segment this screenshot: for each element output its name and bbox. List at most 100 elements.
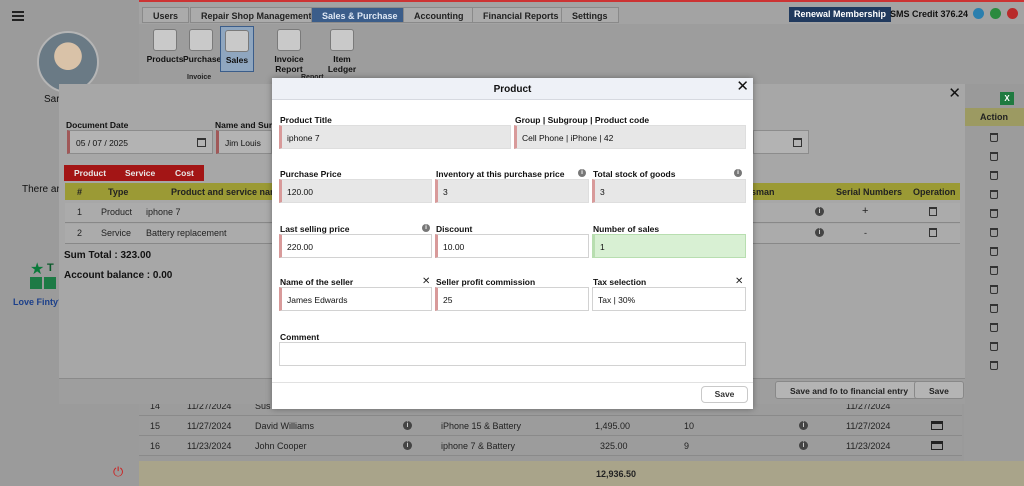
delete-icon[interactable]	[990, 304, 998, 313]
inventory-field[interactable]: 3	[435, 179, 589, 203]
tab-financial-reports[interactable]: Financial Reports	[472, 7, 570, 23]
col-num: #	[77, 187, 83, 197]
total-stock-label: Total stock of goods	[593, 169, 676, 179]
number-of-sales-field[interactable]: 1	[592, 234, 746, 258]
number-of-sales-label: Number of sales	[593, 224, 660, 234]
table-row[interactable]: 16 11/23/2024 John Cooper i iphone 7 & B…	[139, 436, 962, 456]
total-stock-field[interactable]: 3	[592, 179, 746, 203]
delete-icon[interactable]	[990, 171, 998, 180]
action-column-header: Action	[964, 108, 1024, 126]
tab-product[interactable]: Product	[64, 165, 117, 181]
delete-icon[interactable]	[990, 209, 998, 218]
invoice-report-icon	[277, 29, 301, 51]
delete-icon[interactable]	[929, 207, 937, 216]
row-amount: 1,495.00	[595, 421, 631, 431]
renewal-membership-button[interactable]: Renewal Membership	[789, 7, 892, 22]
tab-accounting[interactable]: Accounting	[403, 7, 475, 23]
products-button[interactable]: Products	[145, 26, 185, 64]
commission-label: Seller profit commission	[436, 277, 536, 287]
discount-field[interactable]: 10.00	[435, 234, 589, 258]
purchase-price-label: Purchase Price	[280, 169, 342, 179]
date-field-right[interactable]	[753, 130, 809, 154]
close-icon[interactable]: ✕	[948, 84, 961, 102]
purchase-button[interactable]: Purchase	[183, 26, 221, 64]
power-icon[interactable]	[1007, 8, 1018, 19]
delete-icon[interactable]	[990, 342, 998, 351]
table-row[interactable]: 15 11/27/2024 David Williams i iPhone 15…	[139, 416, 962, 436]
telegram-icon[interactable]	[973, 8, 984, 19]
info-icon[interactable]: i	[815, 228, 824, 237]
calendar-icon[interactable]	[197, 138, 206, 147]
save-button[interactable]: Save	[701, 386, 748, 403]
info-icon[interactable]: i	[403, 441, 412, 450]
info-icon[interactable]: i	[799, 441, 808, 450]
tab-settings[interactable]: Settings	[561, 7, 619, 23]
tab-cost[interactable]: Cost	[165, 165, 204, 181]
invoice-report-button[interactable]: Invoice Report	[261, 26, 317, 74]
grand-total: 12,936.50	[596, 469, 637, 479]
info-icon[interactable]: i	[403, 421, 412, 430]
delete-icon[interactable]	[990, 133, 998, 142]
tab-users[interactable]: Users	[142, 7, 190, 23]
info-icon[interactable]: i	[578, 169, 586, 177]
info-icon[interactable]: i	[734, 169, 742, 177]
comment-field[interactable]	[279, 342, 746, 366]
add-serial-icon[interactable]: +	[862, 205, 868, 217]
commission-field[interactable]: 25	[435, 287, 589, 311]
delete-icon[interactable]	[990, 247, 998, 256]
row-name: Battery replacement	[146, 228, 227, 238]
sidebar-notice: There ar	[22, 184, 60, 195]
calendar-icon[interactable]	[793, 138, 802, 147]
power-icon[interactable]: ⏻	[113, 464, 123, 480]
tab-sales-purchase[interactable]: Sales & Purchase	[311, 7, 409, 23]
customer-name-field[interactable]: Jim Louis	[216, 130, 272, 154]
seller-name-field[interactable]: James Edwards	[279, 287, 432, 311]
delete-icon[interactable]	[990, 152, 998, 161]
delete-icon[interactable]	[990, 228, 998, 237]
group-label: Group | Subgroup | Product code	[515, 115, 650, 125]
products-icon	[153, 29, 177, 51]
delete-icon[interactable]	[990, 361, 998, 370]
item-ledger-button[interactable]: Item Ledger	[319, 26, 365, 74]
excel-export-icon[interactable]: X	[1000, 92, 1014, 105]
document-date-field[interactable]: 05 / 07 / 2025	[67, 130, 213, 154]
close-icon[interactable]: ✕	[736, 79, 749, 94]
seller-name-label: Name of the seller	[280, 277, 354, 287]
card-icon[interactable]	[931, 421, 943, 430]
last-selling-price-field[interactable]: 220.00	[279, 234, 432, 258]
hamburger-menu-icon[interactable]	[12, 11, 24, 21]
sum-total: Sum Total : 323.00	[64, 250, 152, 261]
purchase-icon	[189, 29, 213, 51]
card-icon[interactable]	[931, 441, 943, 450]
clear-seller-icon[interactable]: ✕	[422, 277, 430, 287]
product-title-field[interactable]: iphone 7	[279, 125, 511, 149]
products-label: Products	[146, 54, 184, 64]
col-type: Type	[108, 187, 129, 197]
delete-icon[interactable]	[929, 228, 937, 237]
trustpilot-label: T	[47, 262, 54, 274]
row-date: 11/23/2024	[187, 441, 232, 451]
delete-icon[interactable]	[990, 266, 998, 275]
whatsapp-icon[interactable]	[990, 8, 1001, 19]
purchase-price-field[interactable]: 120.00	[279, 179, 432, 203]
save-button[interactable]: Save	[914, 381, 964, 399]
love-finty-link[interactable]: Love Finty?	[13, 297, 64, 307]
save-and-financial-entry-button[interactable]: Save and fo to financial entry	[775, 381, 924, 399]
clear-tax-icon[interactable]: ✕	[735, 277, 743, 287]
delete-icon[interactable]	[990, 190, 998, 199]
tab-service[interactable]: Service	[115, 165, 166, 181]
info-icon[interactable]: i	[422, 224, 430, 232]
info-icon[interactable]: i	[799, 421, 808, 430]
delete-icon[interactable]	[990, 285, 998, 294]
row-number: 1	[77, 207, 83, 217]
row-type: Product	[101, 207, 133, 217]
account-balance: Account balance : 0.00	[64, 270, 173, 281]
delete-icon[interactable]	[990, 323, 998, 332]
product-modal: Product ✕ Product Title iphone 7 Group |…	[272, 78, 753, 409]
group-subgroup-code-field[interactable]: Cell Phone | iPhone | 42	[514, 125, 746, 149]
tax-selection-field[interactable]: Tax | 30%	[592, 287, 746, 311]
sales-label: Sales	[225, 55, 249, 65]
info-icon[interactable]: i	[815, 207, 824, 216]
sales-button[interactable]: Sales	[220, 26, 254, 72]
tab-repair-shop-management[interactable]: Repair Shop Management	[190, 7, 323, 23]
